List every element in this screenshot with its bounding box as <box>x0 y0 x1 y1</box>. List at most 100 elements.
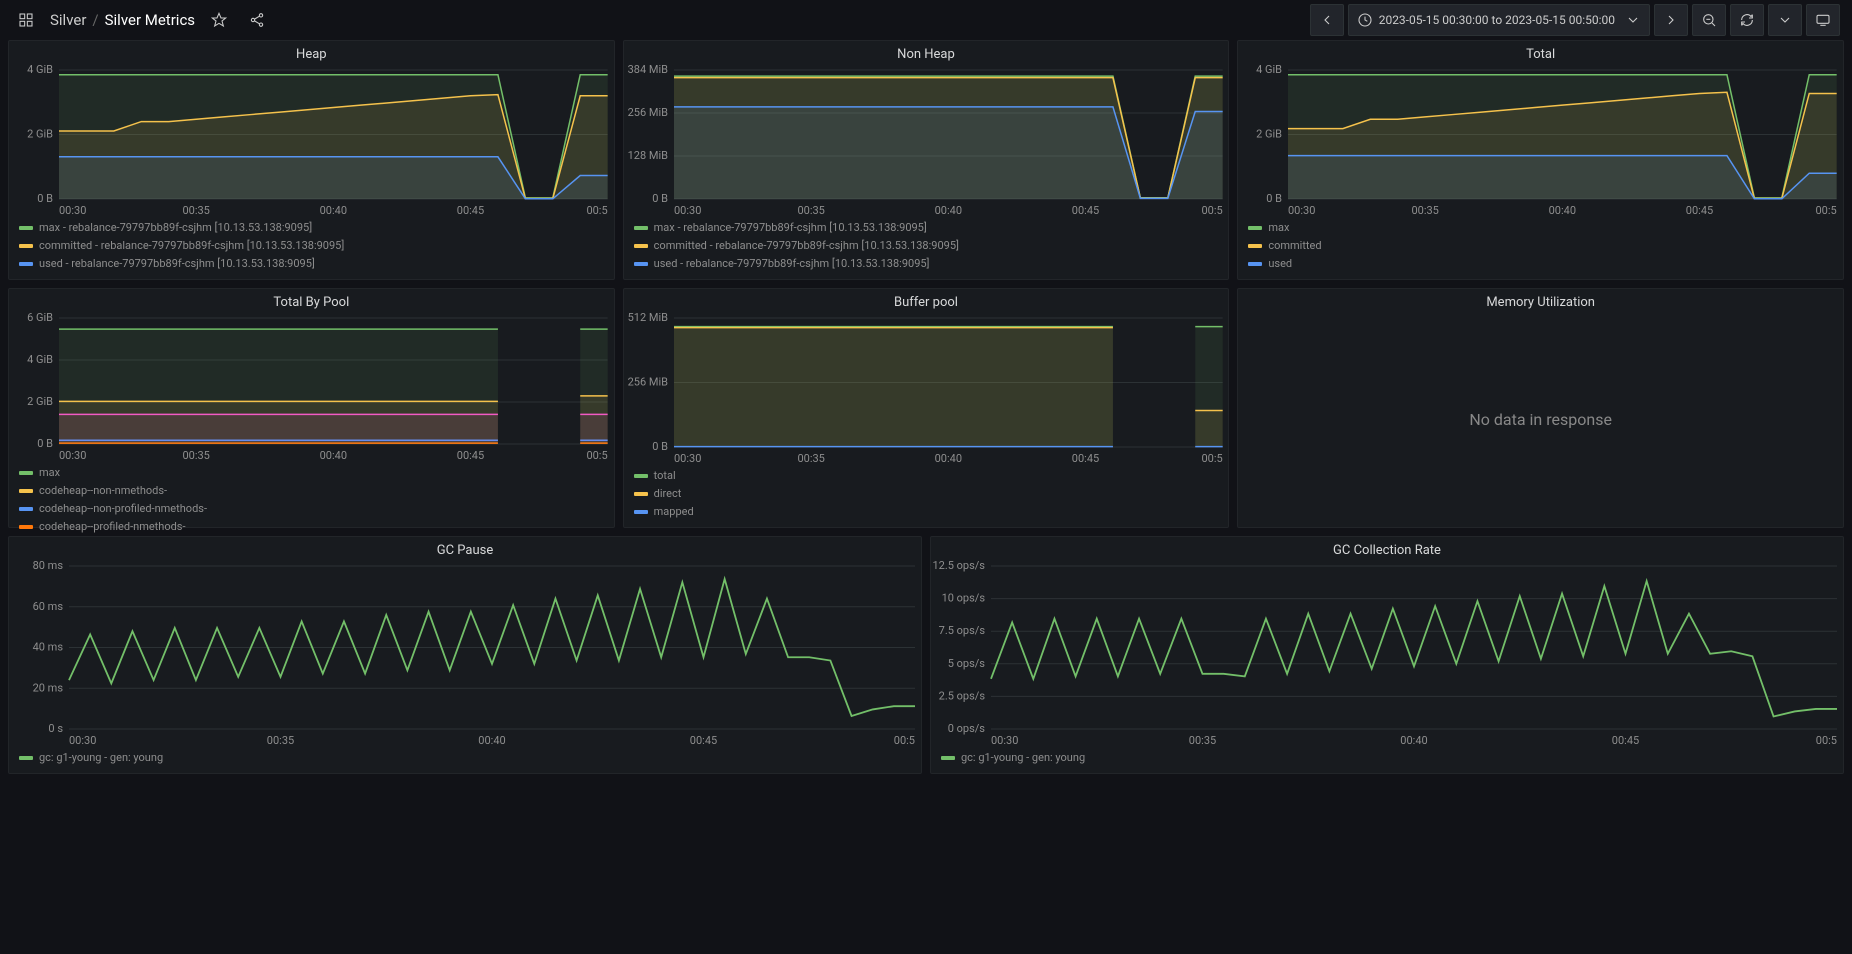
svg-text:00:35: 00:35 <box>267 734 294 747</box>
svg-text:4 GiB: 4 GiB <box>27 64 53 76</box>
legend-gc-rate: gc: g1-young - gen: young <box>931 747 1843 773</box>
svg-text:00:30: 00:30 <box>674 452 701 465</box>
time-prev-button[interactable] <box>1310 4 1344 36</box>
no-data-message: No data in response <box>1238 312 1843 527</box>
svg-text:256 MiB: 256 MiB <box>627 376 668 389</box>
time-next-button[interactable] <box>1654 4 1688 36</box>
svg-text:00:5: 00:5 <box>586 449 607 462</box>
legend-item[interactable]: total <box>634 467 1219 485</box>
share-icon[interactable] <box>243 6 271 34</box>
legend-item[interactable]: used - rebalance-79797bb89f-csjhm [10.13… <box>19 255 604 273</box>
panel-gc-pause[interactable]: GC Pause 0 s20 ms40 ms60 ms80 ms00:3000:… <box>8 536 922 774</box>
legend-item[interactable]: max - rebalance-79797bb89f-csjhm [10.13.… <box>634 219 1219 237</box>
legend-item[interactable]: max <box>1248 219 1833 237</box>
legend-total-by-pool: max codeheap--non-nmethods- codeheap--no… <box>9 462 614 542</box>
svg-text:00:30: 00:30 <box>69 734 96 747</box>
legend-item[interactable]: gc: g1-young - gen: young <box>19 749 911 767</box>
svg-text:00:35: 00:35 <box>1189 734 1216 747</box>
plot-total-by-pool[interactable]: 0 B2 GiB4 GiB6 GiB00:3000:3500:4000:4500… <box>9 312 614 462</box>
svg-text:40 ms: 40 ms <box>33 641 64 654</box>
svg-text:10 ops/s: 10 ops/s <box>942 592 986 605</box>
legend-item[interactable]: max <box>19 464 604 482</box>
legend-total: max committed used <box>1238 217 1843 279</box>
svg-text:00:45: 00:45 <box>1071 452 1098 465</box>
clock-icon <box>1357 12 1373 28</box>
svg-text:0 ops/s: 0 ops/s <box>948 722 986 735</box>
plot-gc-rate[interactable]: 0 ops/s2.5 ops/s5 ops/s7.5 ops/s10 ops/s… <box>931 560 1843 747</box>
svg-text:00:40: 00:40 <box>934 452 961 465</box>
legend-item[interactable]: gc: g1-young - gen: young <box>941 749 1833 767</box>
legend-item[interactable]: committed <box>1248 237 1833 255</box>
dashboard-grid-icon[interactable] <box>12 6 40 34</box>
svg-text:00:45: 00:45 <box>690 734 717 747</box>
dashboard-header: Silver / Silver Metrics 2023-05-15 00:30… <box>0 0 1852 40</box>
legend-item[interactable]: codeheap--non-profiled-nmethods- <box>19 500 604 518</box>
panel-title: GC Collection Rate <box>931 537 1843 560</box>
panel-total-by-pool[interactable]: Total By Pool 0 B2 GiB4 GiB6 GiB00:3000:… <box>8 288 615 528</box>
svg-text:0 B: 0 B <box>652 440 668 453</box>
panel-title: Buffer pool <box>624 289 1229 312</box>
legend-item[interactable]: used - rebalance-79797bb89f-csjhm [10.13… <box>634 255 1219 273</box>
svg-text:256 MiB: 256 MiB <box>627 106 668 119</box>
panel-title: GC Pause <box>9 537 921 560</box>
panel-memory-utilization[interactable]: Memory Utilization No data in response <box>1237 288 1844 528</box>
panel-buffer-pool[interactable]: Buffer pool 0 B256 MiB512 MiB00:3000:350… <box>623 288 1230 528</box>
svg-text:4 GiB: 4 GiB <box>1256 64 1282 76</box>
zoom-out-button[interactable] <box>1692 4 1726 36</box>
svg-text:00:40: 00:40 <box>934 204 961 217</box>
breadcrumb-sep: / <box>92 11 98 29</box>
svg-text:00:5: 00:5 <box>1816 204 1837 217</box>
breadcrumb: Silver / Silver Metrics <box>50 11 195 29</box>
plot-nonheap[interactable]: 0 B128 MiB256 MiB384 MiB00:3000:3500:400… <box>624 64 1229 217</box>
panel-nonheap[interactable]: Non Heap 0 B128 MiB256 MiB384 MiB00:3000… <box>623 40 1230 280</box>
panel-total[interactable]: Total 0 B2 GiB4 GiB00:3000:3500:4000:450… <box>1237 40 1844 280</box>
refresh-interval-picker[interactable] <box>1768 4 1802 36</box>
plot-heap[interactable]: 0 B2 GiB4 GiB00:3000:3500:4000:4500:5 <box>9 64 614 217</box>
svg-text:00:35: 00:35 <box>182 204 209 217</box>
svg-text:00:40: 00:40 <box>1400 734 1427 747</box>
svg-text:00:30: 00:30 <box>991 734 1018 747</box>
svg-text:00:35: 00:35 <box>797 452 824 465</box>
plot-gc-pause[interactable]: 0 s20 ms40 ms60 ms80 ms00:3000:3500:4000… <box>9 560 921 747</box>
tv-mode-button[interactable] <box>1806 4 1840 36</box>
svg-text:2 GiB: 2 GiB <box>1256 128 1282 141</box>
svg-text:00:30: 00:30 <box>674 204 701 217</box>
star-icon[interactable] <box>205 6 233 34</box>
time-range-picker[interactable]: 2023-05-15 00:30:00 to 2023-05-15 00:50:… <box>1348 4 1650 36</box>
svg-text:00:45: 00:45 <box>457 204 484 217</box>
svg-text:6 GiB: 6 GiB <box>27 312 53 324</box>
plot-total[interactable]: 0 B2 GiB4 GiB00:3000:3500:4000:4500:5 <box>1238 64 1843 217</box>
legend-item[interactable]: max - rebalance-79797bb89f-csjhm [10.13.… <box>19 219 604 237</box>
plot-buffer-pool[interactable]: 0 B256 MiB512 MiB00:3000:3500:4000:4500:… <box>624 312 1229 465</box>
chevron-down-icon <box>1625 12 1641 28</box>
legend-heap: max - rebalance-79797bb89f-csjhm [10.13.… <box>9 217 614 279</box>
svg-text:12.5 ops/s: 12.5 ops/s <box>932 560 985 572</box>
legend-nonheap: max - rebalance-79797bb89f-csjhm [10.13.… <box>624 217 1229 279</box>
svg-text:00:5: 00:5 <box>586 204 607 217</box>
svg-text:60 ms: 60 ms <box>33 600 64 613</box>
svg-text:00:30: 00:30 <box>59 449 86 462</box>
legend-item[interactable]: direct <box>634 485 1219 503</box>
svg-text:00:35: 00:35 <box>797 204 824 217</box>
legend-item[interactable]: codeheap--profiled-nmethods- <box>19 518 604 536</box>
legend-item[interactable]: mapped <box>634 503 1219 521</box>
svg-text:5 ops/s: 5 ops/s <box>948 657 986 670</box>
breadcrumb-folder[interactable]: Silver <box>50 11 86 29</box>
svg-text:384 MiB: 384 MiB <box>627 64 668 76</box>
legend-item[interactable]: used <box>1248 255 1833 273</box>
time-range-label: 2023-05-15 00:30:00 to 2023-05-15 00:50:… <box>1379 13 1615 27</box>
legend-item[interactable]: codeheap--non-nmethods- <box>19 482 604 500</box>
svg-text:0 B: 0 B <box>1267 192 1283 205</box>
svg-text:2 GiB: 2 GiB <box>27 395 53 408</box>
svg-text:00:45: 00:45 <box>457 449 484 462</box>
svg-text:2 GiB: 2 GiB <box>27 128 53 141</box>
svg-text:0 B: 0 B <box>37 192 53 205</box>
svg-text:00:5: 00:5 <box>1201 204 1222 217</box>
refresh-button[interactable] <box>1730 4 1764 36</box>
panel-heap[interactable]: Heap 0 B2 GiB4 GiB00:3000:3500:4000:4500… <box>8 40 615 280</box>
svg-text:00:30: 00:30 <box>1288 204 1315 217</box>
svg-text:128 MiB: 128 MiB <box>627 149 668 162</box>
legend-item[interactable]: committed - rebalance-79797bb89f-csjhm [… <box>19 237 604 255</box>
legend-item[interactable]: committed - rebalance-79797bb89f-csjhm [… <box>634 237 1219 255</box>
panel-gc-rate[interactable]: GC Collection Rate 0 ops/s2.5 ops/s5 ops… <box>930 536 1844 774</box>
